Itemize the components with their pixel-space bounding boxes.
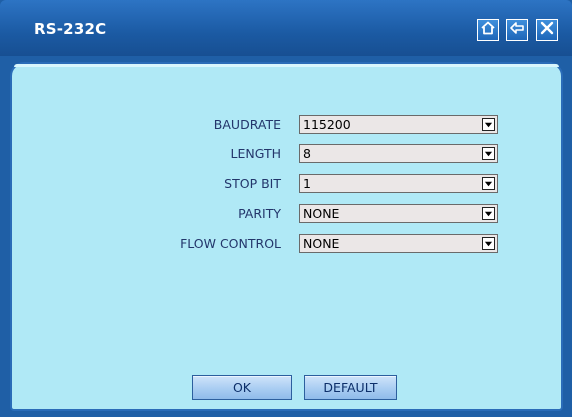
- parity-value: NONE: [303, 206, 340, 221]
- default-button[interactable]: DEFAULT: [304, 375, 397, 400]
- parity-label: PARITY: [238, 206, 281, 221]
- back-arrow-icon: [509, 20, 525, 41]
- stop-bit-select[interactable]: 1: [299, 174, 498, 193]
- length-label: LENGTH: [230, 146, 282, 161]
- home-button[interactable]: [477, 19, 499, 41]
- baudrate-select[interactable]: 115200: [299, 115, 498, 134]
- back-button[interactable]: [506, 19, 528, 41]
- home-icon: [480, 20, 496, 41]
- title-bar: RS-232C: [0, 0, 572, 56]
- rs232c-window: RS-232C BAUDRATE 115200 LENGTH 8 STOP BI…: [0, 0, 572, 417]
- panel-highlight: [14, 64, 559, 67]
- baudrate-value: 115200: [303, 117, 351, 132]
- flow-control-select[interactable]: NONE: [299, 234, 498, 253]
- ok-button[interactable]: OK: [192, 375, 292, 400]
- flow-control-label: FLOW CONTROL: [180, 236, 281, 251]
- stop-bit-label: STOP BIT: [224, 176, 281, 191]
- chevron-down-icon[interactable]: [482, 177, 495, 190]
- baudrate-label: BAUDRATE: [213, 117, 281, 132]
- stop-bit-value: 1: [303, 176, 311, 191]
- flow-control-value: NONE: [303, 236, 340, 251]
- chevron-down-icon[interactable]: [482, 207, 495, 220]
- chevron-down-icon[interactable]: [482, 147, 495, 160]
- chevron-down-icon[interactable]: [482, 118, 495, 131]
- close-icon: [539, 20, 555, 41]
- chevron-down-icon[interactable]: [482, 237, 495, 250]
- length-select[interactable]: 8: [299, 144, 498, 163]
- parity-select[interactable]: NONE: [299, 204, 498, 223]
- length-value: 8: [303, 146, 311, 161]
- close-button[interactable]: [536, 19, 558, 41]
- window-title: RS-232C: [34, 20, 107, 38]
